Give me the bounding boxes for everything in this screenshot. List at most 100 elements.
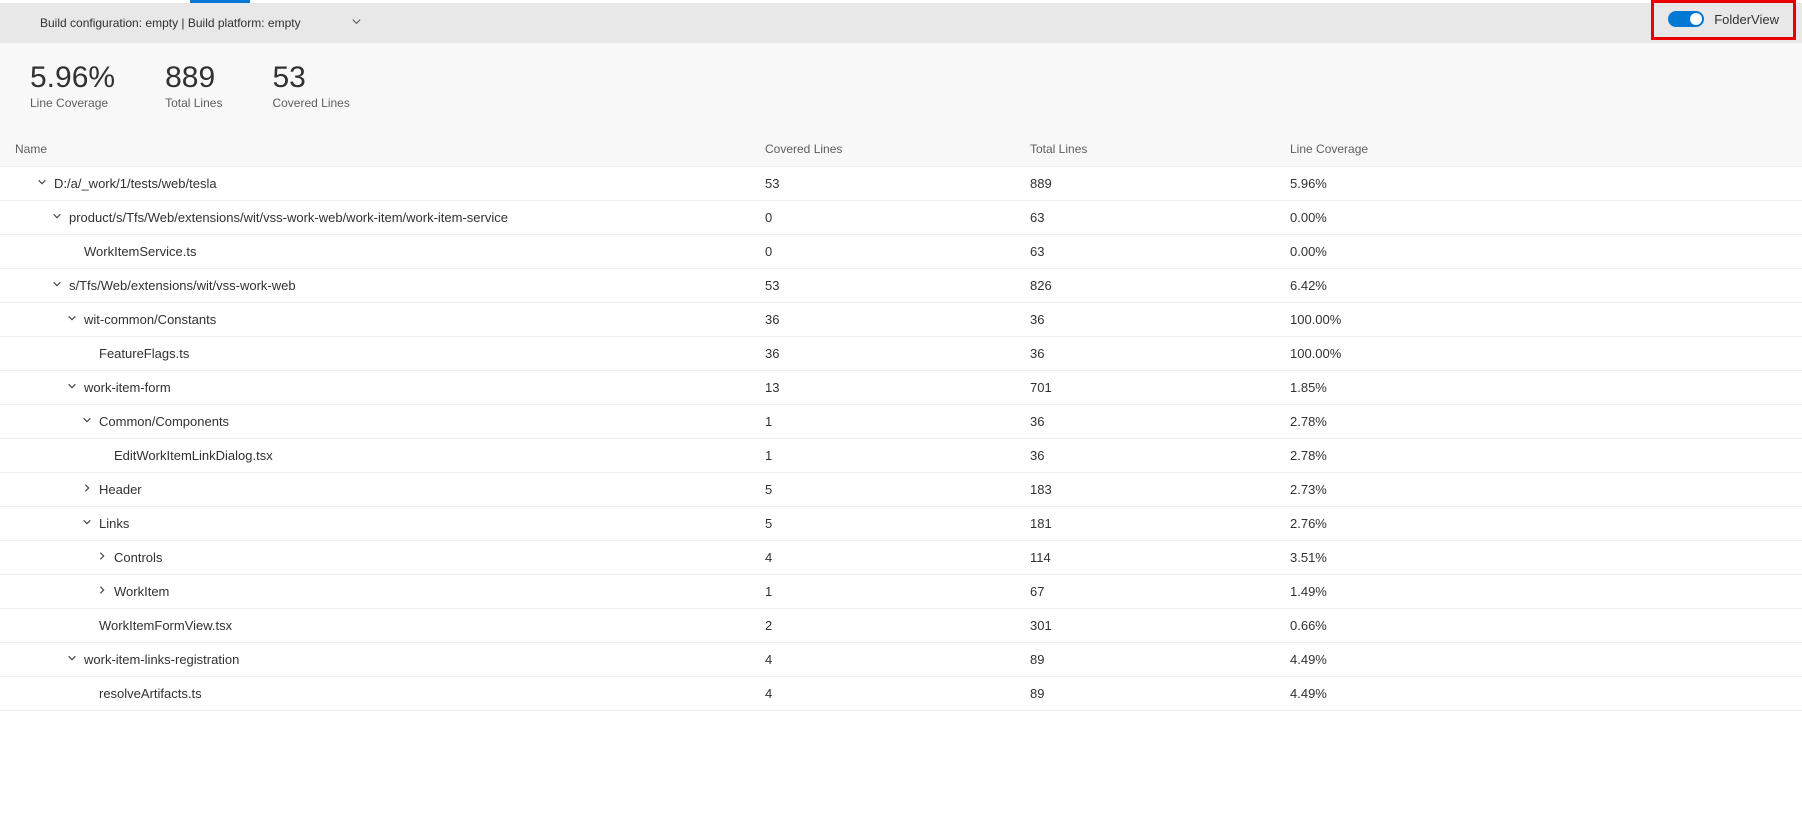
toggle-knob [1690,13,1702,25]
covered-lines-cell: 4 [765,652,1030,667]
covered-lines-cell: 0 [765,244,1030,259]
line-coverage-cell: 2.76% [1290,516,1787,531]
chevron-down-icon[interactable] [66,653,78,666]
chevron-down-icon[interactable] [66,381,78,394]
metric-value: 53 [272,61,349,94]
row-name: Header [99,482,142,497]
row-name: resolveArtifacts.ts [99,686,202,701]
covered-lines-cell: 36 [765,346,1030,361]
covered-lines-cell: 13 [765,380,1030,395]
table-row[interactable]: Links51812.76% [0,507,1802,541]
name-cell: resolveArtifacts.ts [15,686,765,701]
row-name: wit-common/Constants [84,312,216,327]
chevron-down-icon [351,16,362,30]
row-name: WorkItemFormView.tsx [99,618,232,633]
line-coverage-cell: 100.00% [1290,312,1787,327]
total-lines-cell: 889 [1030,176,1290,191]
chevron-down-icon[interactable] [81,517,93,530]
metric-label: Total Lines [165,96,222,110]
table-row[interactable]: D:/a/_work/1/tests/web/tesla538895.96% [0,167,1802,201]
table-row[interactable]: EditWorkItemLinkDialog.tsx1362.78% [0,439,1802,473]
total-lines-cell: 701 [1030,380,1290,395]
total-lines-cell: 36 [1030,414,1290,429]
chevron-down-icon[interactable] [51,279,63,292]
total-lines-cell: 114 [1030,550,1290,565]
row-name: Controls [114,550,162,565]
line-coverage-cell: 4.49% [1290,686,1787,701]
row-name: FeatureFlags.ts [99,346,189,361]
metric-label: Covered Lines [272,96,349,110]
metric-line-coverage: 5.96% Line Coverage [30,61,115,110]
chevron-right-icon[interactable] [81,483,93,496]
name-cell: wit-common/Constants [15,312,765,327]
covered-lines-cell: 1 [765,584,1030,599]
covered-lines-cell: 4 [765,550,1030,565]
chevron-down-icon[interactable] [81,415,93,428]
table-row[interactable]: WorkItem1671.49% [0,575,1802,609]
chevron-down-icon[interactable] [51,211,63,224]
table-row[interactable]: resolveArtifacts.ts4894.49% [0,677,1802,711]
row-name: Common/Components [99,414,229,429]
name-cell: WorkItemService.ts [15,244,765,259]
total-lines-cell: 183 [1030,482,1290,497]
name-cell: WorkItemFormView.tsx [15,618,765,633]
table-row[interactable]: Controls 41143.51% [0,541,1802,575]
col-header-coverage[interactable]: Line Coverage [1290,142,1787,156]
line-coverage-cell: 0.00% [1290,210,1787,225]
row-name: Links [99,516,129,531]
line-coverage-cell: 4.49% [1290,652,1787,667]
metric-total-lines: 889 Total Lines [165,61,222,110]
total-lines-cell: 301 [1030,618,1290,633]
chevron-right-icon[interactable] [96,585,108,598]
total-lines-cell: 89 [1030,686,1290,701]
name-cell: D:/a/_work/1/tests/web/tesla [15,176,765,191]
covered-lines-cell: 36 [765,312,1030,327]
total-lines-cell: 63 [1030,210,1290,225]
metric-covered-lines: 53 Covered Lines [272,61,349,110]
line-coverage-cell: 3.51% [1290,550,1787,565]
folder-view-label: FolderView [1714,12,1779,27]
line-coverage-cell: 0.00% [1290,244,1787,259]
build-config-bar[interactable]: Build configuration: empty | Build platf… [0,3,1802,43]
chevron-down-icon[interactable] [66,313,78,326]
table-row[interactable]: Header 51832.73% [0,473,1802,507]
name-cell: s/Tfs/Web/extensions/wit/vss-work-web [15,278,765,293]
total-lines-cell: 36 [1030,346,1290,361]
metric-value: 889 [165,61,222,94]
name-cell: WorkItem [15,584,765,599]
table-row[interactable]: product/s/Tfs/Web/extensions/wit/vss-wor… [0,201,1802,235]
row-name: work-item-form [84,380,171,395]
name-cell: work-item-links-registration [15,652,765,667]
covered-lines-cell: 53 [765,176,1030,191]
line-coverage-cell: 2.73% [1290,482,1787,497]
table-row[interactable]: work-item-links-registration4894.49% [0,643,1802,677]
name-cell: Controls [15,550,765,565]
table-row[interactable]: wit-common/Constants3636100.00% [0,303,1802,337]
total-lines-cell: 36 [1030,448,1290,463]
table-row[interactable]: WorkItemFormView.tsx 23010.66% [0,609,1802,643]
line-coverage-cell: 2.78% [1290,414,1787,429]
name-cell: work-item-form [15,380,765,395]
chevron-right-icon[interactable] [96,551,108,564]
folder-view-toggle[interactable] [1668,11,1704,27]
covered-lines-cell: 5 [765,516,1030,531]
covered-lines-cell: 5 [765,482,1030,497]
line-coverage-cell: 0.66% [1290,618,1787,633]
row-name: work-item-links-registration [84,652,239,667]
name-cell: Header [15,482,765,497]
table-row[interactable]: s/Tfs/Web/extensions/wit/vss-work-web538… [0,269,1802,303]
metric-label: Line Coverage [30,96,115,110]
table-row[interactable]: Common/Components1362.78% [0,405,1802,439]
col-header-covered[interactable]: Covered Lines [765,142,1030,156]
name-cell: Links [15,516,765,531]
table-row[interactable]: WorkItemService.ts0630.00% [0,235,1802,269]
line-coverage-cell: 100.00% [1290,346,1787,361]
col-header-total[interactable]: Total Lines [1030,142,1290,156]
table-row[interactable]: FeatureFlags.ts3636100.00% [0,337,1802,371]
row-name: s/Tfs/Web/extensions/wit/vss-work-web [69,278,296,293]
table-row[interactable]: work-item-form137011.85% [0,371,1802,405]
covered-lines-cell: 0 [765,210,1030,225]
col-header-name[interactable]: Name [15,142,765,156]
covered-lines-cell: 2 [765,618,1030,633]
chevron-down-icon[interactable] [36,177,48,190]
